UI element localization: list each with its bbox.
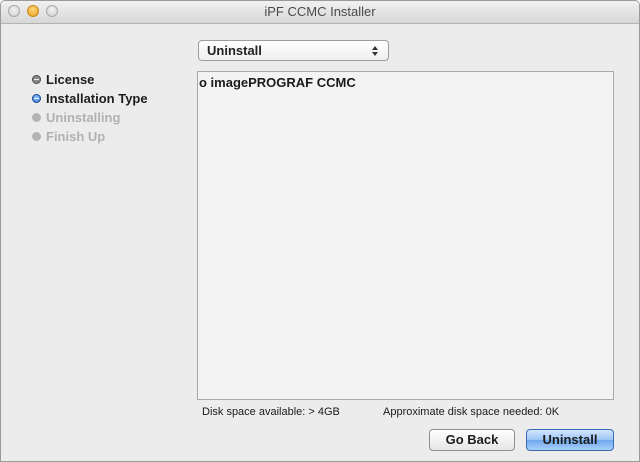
step-current-icon [32,94,41,103]
step-complete-icon [32,75,41,84]
step-pending-icon [32,132,41,141]
action-popup[interactable]: Uninstall [198,40,389,61]
uninstall-button[interactable]: Uninstall [526,429,614,451]
popup-selected-value: Uninstall [207,43,262,58]
step-finish-up: Finish Up [32,127,192,146]
step-pending-icon [32,113,41,122]
step-license: License [32,70,192,89]
window-title: iPF CCMC Installer [264,4,376,19]
step-label: License [46,72,95,87]
list-item[interactable]: o imagePROGRAF CCMC [199,74,356,91]
up-down-chevron-icon [372,46,379,56]
disk-space-available: Disk space available: > 4GB [202,406,340,418]
step-uninstalling: Uninstalling [32,108,192,127]
step-label: Uninstalling [46,110,121,125]
step-label: Installation Type [46,91,148,106]
disk-space-needed: Approximate disk space needed: 0K [383,406,560,418]
title-bar[interactable]: iPF CCMC Installer [1,1,639,24]
installer-steps: License Installation Type Uninstalling F… [32,70,192,146]
step-installation-type: Installation Type [32,89,192,108]
go-back-button[interactable]: Go Back [429,429,515,451]
component-list[interactable]: o imagePROGRAF CCMC [197,71,614,400]
installer-window: iPF CCMC Installer License Installation … [0,0,640,462]
step-label: Finish Up [46,129,106,144]
